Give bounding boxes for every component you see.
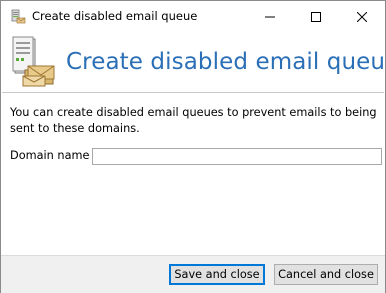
- page-title: Create disabled email queue: [66, 49, 386, 75]
- email-server-icon: [10, 9, 26, 25]
- window-title: Create disabled email queue: [32, 9, 198, 23]
- domain-name-label: Domain name: [10, 149, 90, 162]
- domain-name-input[interactable]: [92, 148, 382, 165]
- maximize-icon: [311, 7, 321, 26]
- button-bar: Save and close Cancel and close: [1, 255, 385, 293]
- minimize-button[interactable]: [247, 1, 293, 32]
- cancel-and-close-button[interactable]: Cancel and close: [274, 264, 378, 285]
- header-divider: [2, 92, 384, 93]
- email-server-icon: [9, 36, 57, 88]
- dialog-header: Create disabled email queue: [1, 32, 386, 92]
- description-text: You can create disabled email queues to …: [10, 106, 377, 135]
- save-and-close-button[interactable]: Save and close: [169, 264, 265, 285]
- close-icon: [356, 7, 368, 26]
- minimize-icon: [265, 7, 275, 26]
- title-bar[interactable]: Create disabled email queue: [1, 1, 385, 32]
- close-button[interactable]: [339, 1, 385, 32]
- maximize-button[interactable]: [293, 1, 339, 32]
- dialog-window: Create disabled email queue Create disab…: [0, 0, 386, 293]
